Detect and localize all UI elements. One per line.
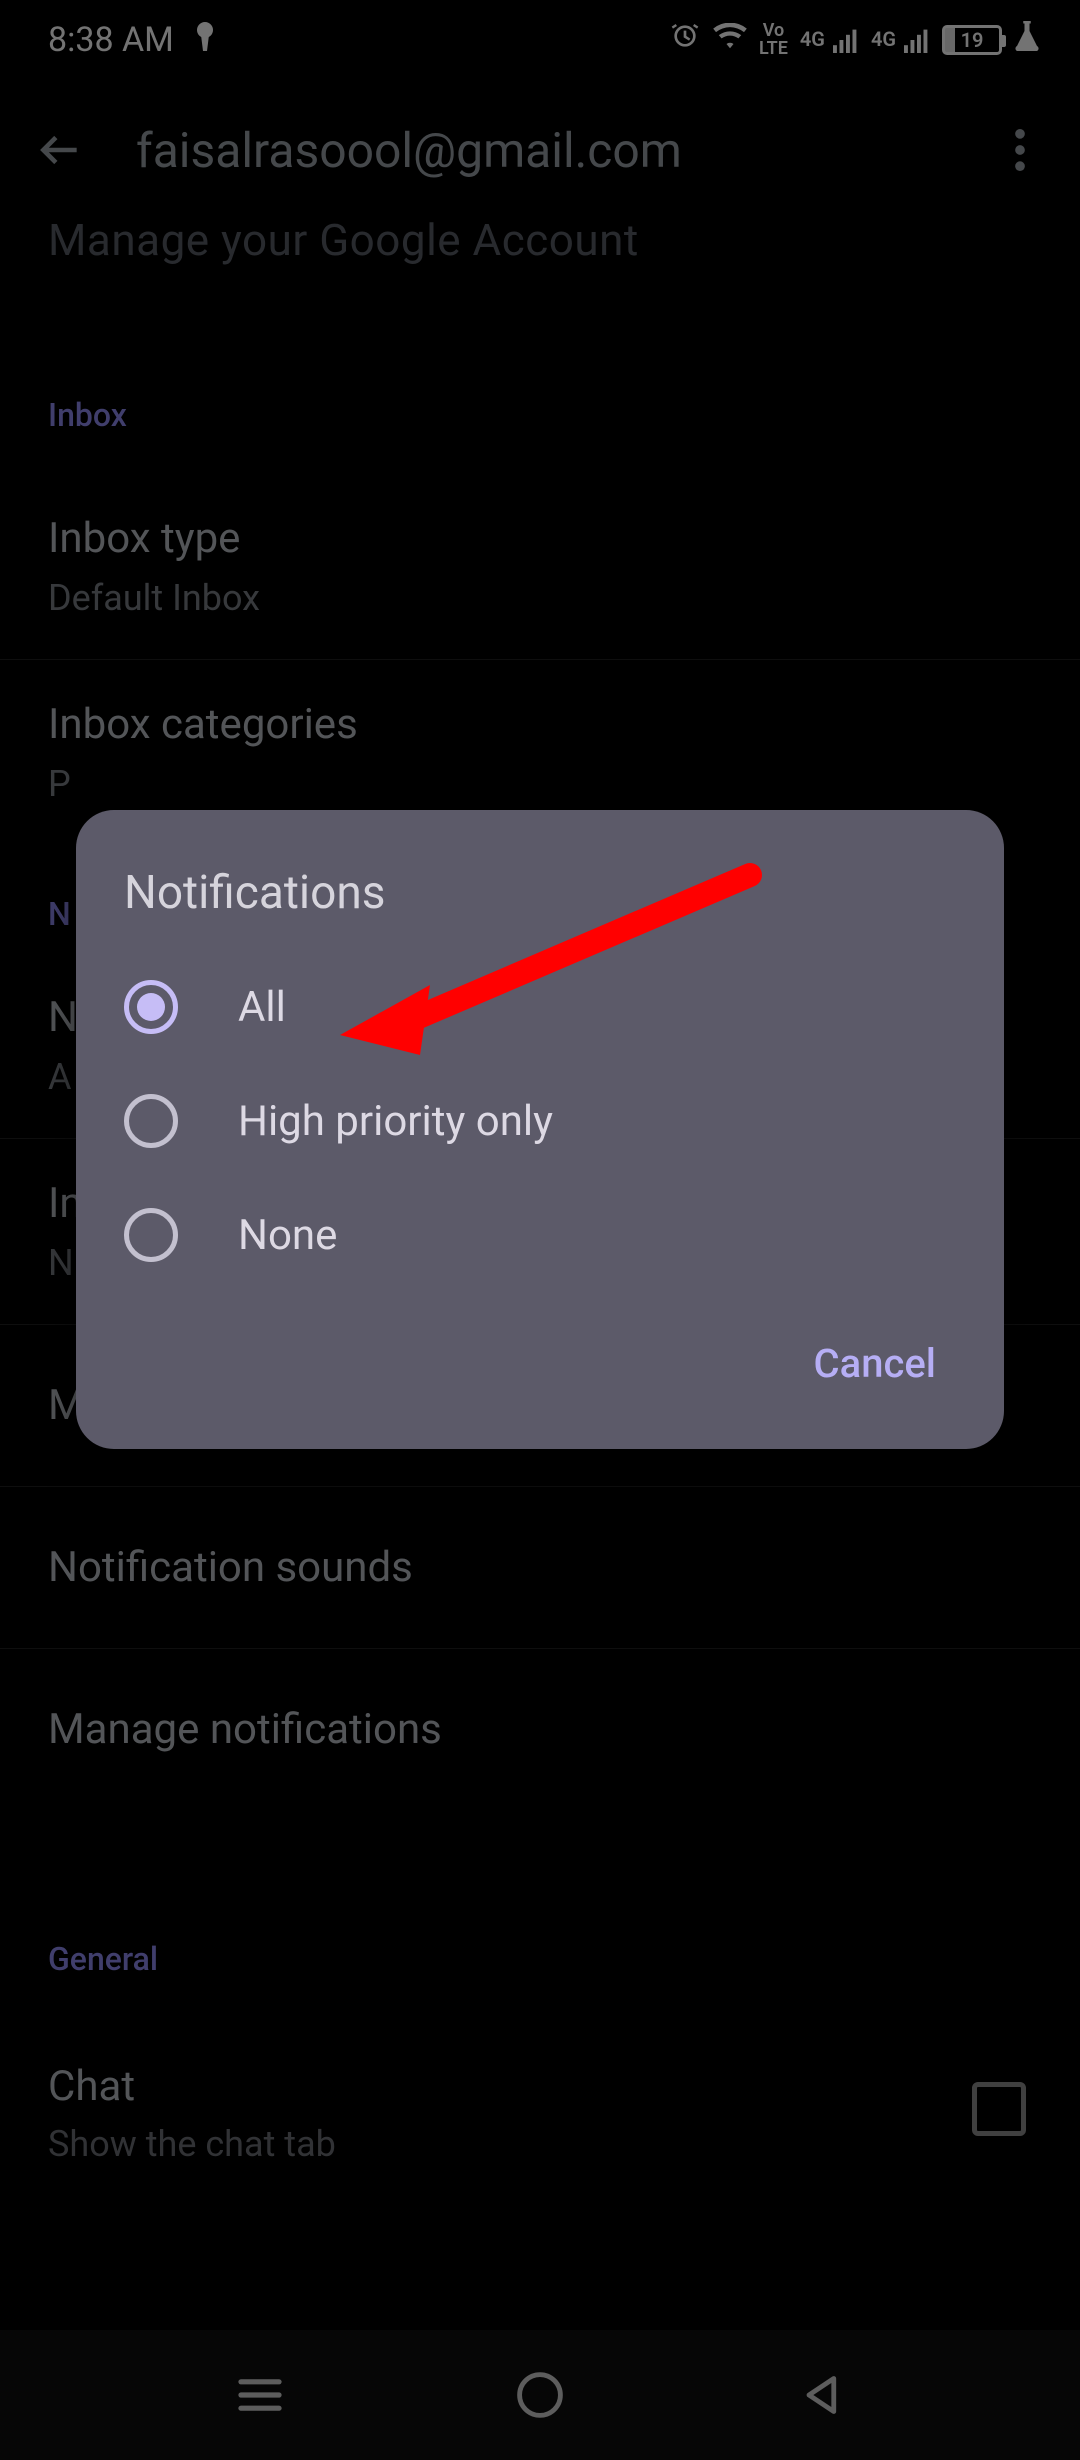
cancel-button[interactable]: Cancel xyxy=(794,1328,956,1399)
radio-icon[interactable] xyxy=(124,980,178,1034)
radio-option-all[interactable]: All xyxy=(76,950,1004,1064)
radio-label: None xyxy=(238,1211,337,1260)
notifications-dialog: Notifications All High priority only Non… xyxy=(76,810,1004,1449)
radio-icon[interactable] xyxy=(124,1094,178,1148)
radio-label: High priority only xyxy=(238,1097,553,1146)
radio-label: All xyxy=(238,983,286,1032)
dialog-title: Notifications xyxy=(76,866,1004,950)
radio-option-none[interactable]: None xyxy=(76,1178,1004,1292)
dialog-actions: Cancel xyxy=(76,1292,1004,1429)
radio-icon[interactable] xyxy=(124,1208,178,1262)
radio-option-high-priority[interactable]: High priority only xyxy=(76,1064,1004,1178)
